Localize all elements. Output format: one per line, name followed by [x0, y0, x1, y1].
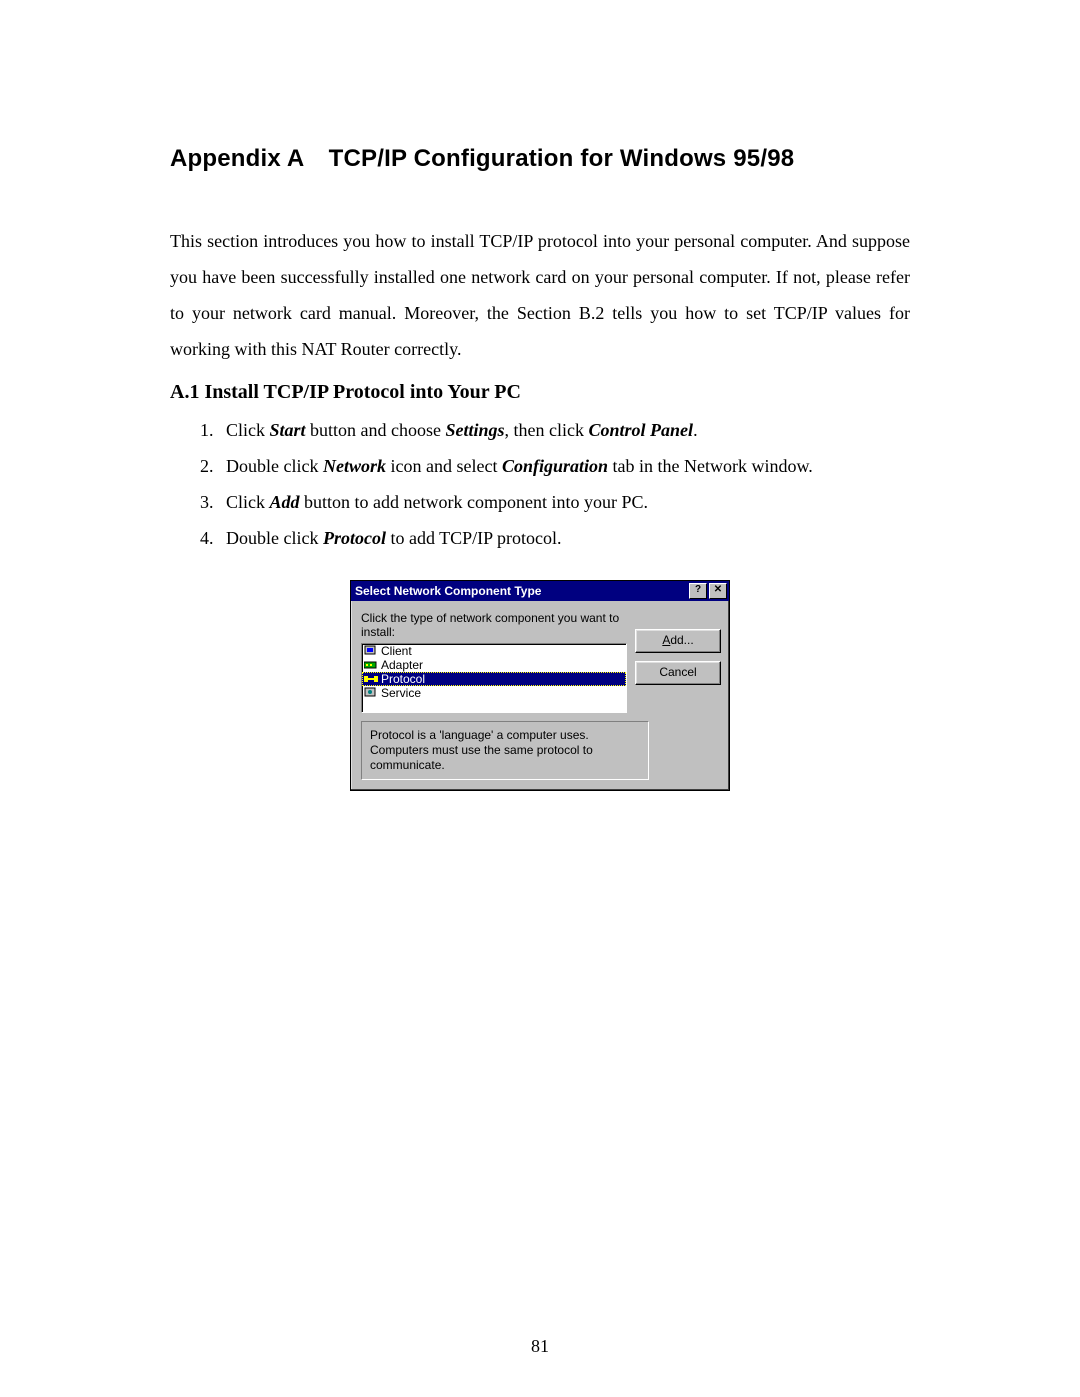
step-text: Click — [226, 492, 270, 512]
step-text: button and choose — [306, 420, 446, 440]
dialog-prompt: Click the type of network component you … — [361, 611, 627, 639]
list-item-label: Client — [381, 644, 412, 658]
section-heading: A.1 Install TCP/IP Protocol into Your PC — [170, 381, 910, 404]
list-item-label: Adapter — [381, 658, 423, 672]
step-text: button to add network component into you… — [300, 492, 648, 512]
client-icon — [364, 645, 378, 657]
step-item: Double click Protocol to add TCP/IP prot… — [218, 520, 910, 556]
add-button[interactable]: Add... — [635, 629, 721, 653]
adapter-icon — [364, 659, 378, 671]
component-description: Protocol is a 'language' a computer uses… — [361, 721, 649, 780]
step-item: Click Start button and choose Settings, … — [218, 412, 910, 448]
component-listbox[interactable]: Client Adapter Protocol — [361, 643, 627, 713]
service-icon — [364, 687, 378, 699]
step-text: Click — [226, 420, 270, 440]
step-bold: Configuration — [502, 456, 608, 476]
protocol-icon — [364, 673, 378, 685]
step-bold: Settings — [446, 420, 505, 440]
step-text: to add TCP/IP protocol. — [386, 528, 562, 548]
step-text: Double click — [226, 456, 323, 476]
step-bold: Protocol — [323, 528, 386, 548]
close-button[interactable]: ✕ — [709, 583, 727, 599]
intro-paragraph: This section introduces you how to insta… — [170, 223, 910, 367]
step-text: Double click — [226, 528, 323, 548]
add-button-rest: dd... — [670, 633, 693, 647]
select-component-dialog: Select Network Component Type ? ✕ Click … — [350, 580, 730, 791]
step-bold: Network — [323, 456, 386, 476]
list-item-protocol[interactable]: Protocol — [362, 672, 626, 686]
steps-list: Click Start button and choose Settings, … — [170, 412, 910, 556]
step-item: Click Add button to add network componen… — [218, 484, 910, 520]
dialog-titlebar[interactable]: Select Network Component Type ? ✕ — [351, 581, 729, 601]
step-text: icon and select — [386, 456, 502, 476]
help-button[interactable]: ? — [689, 583, 707, 599]
step-text: tab in the Network window. — [608, 456, 813, 476]
step-bold: Control Panel — [589, 420, 694, 440]
list-item-adapter[interactable]: Adapter — [362, 658, 626, 672]
dialog-title: Select Network Component Type — [355, 584, 687, 598]
page-heading: Appendix A TCP/IP Configuration for Wind… — [170, 145, 910, 173]
step-text: , then click — [505, 420, 589, 440]
list-item-label: Service — [381, 686, 421, 700]
cancel-button[interactable]: Cancel — [635, 661, 721, 685]
list-item-label: Protocol — [381, 672, 425, 686]
page-number: 81 — [0, 1336, 1080, 1357]
list-item-service[interactable]: Service — [362, 686, 626, 700]
step-bold: Add — [270, 492, 300, 512]
step-bold: Start — [270, 420, 306, 440]
step-item: Double click Network icon and select Con… — [218, 448, 910, 484]
step-text: . — [693, 420, 698, 440]
list-item-client[interactable]: Client — [362, 644, 626, 658]
